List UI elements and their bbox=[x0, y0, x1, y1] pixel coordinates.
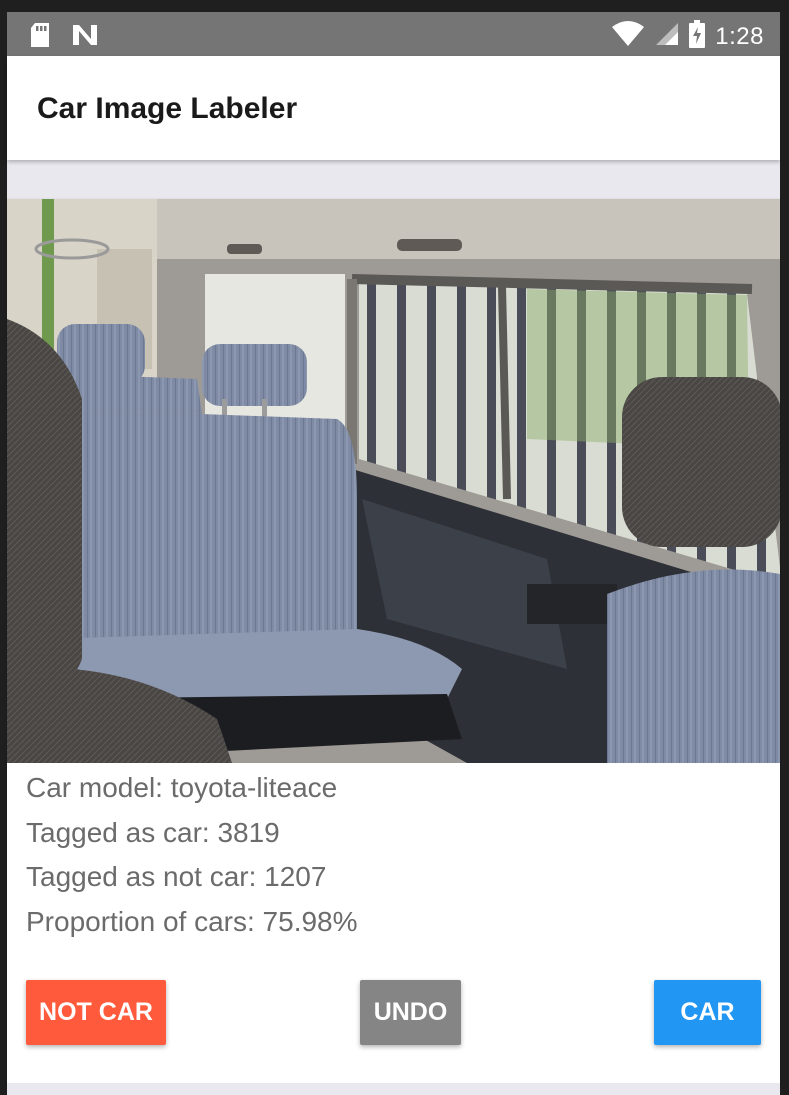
image-card: Car model: toyota-liteace Tagged as car:… bbox=[7, 199, 780, 1083]
n-notification-icon bbox=[71, 23, 99, 52]
car-interior-photo bbox=[7, 199, 780, 763]
status-bar: 1:28 bbox=[7, 12, 780, 56]
undo-button[interactable]: UNDO bbox=[360, 980, 461, 1045]
car-model-text: Car model: toyota-liteace bbox=[26, 772, 338, 803]
proportion-of-cars: Proportion of cars: 75.98% bbox=[26, 905, 358, 937]
not-car-button[interactable]: NOT CAR bbox=[26, 980, 166, 1045]
tagged-car-count: Tagged as car: 3819 bbox=[26, 816, 280, 848]
status-bar-right: 1:28 bbox=[611, 20, 764, 53]
battery-icon bbox=[689, 20, 706, 53]
status-time: 1:28 bbox=[715, 22, 764, 50]
app-title: Car Image Labeler bbox=[37, 92, 298, 125]
info-panel: Car model: toyota-liteace Tagged as car:… bbox=[26, 771, 358, 949]
wifi-icon bbox=[611, 21, 645, 52]
car-button[interactable]: CAR bbox=[654, 980, 761, 1045]
status-bar-left bbox=[29, 22, 99, 53]
tagged-not-car-count: Tagged as not car: 1207 bbox=[26, 861, 327, 892]
cell-signal-icon bbox=[655, 22, 679, 51]
sd-card-icon bbox=[29, 22, 51, 53]
bottom-strip bbox=[7, 1083, 780, 1095]
app-bar: Car Image Labeler bbox=[7, 56, 780, 160]
